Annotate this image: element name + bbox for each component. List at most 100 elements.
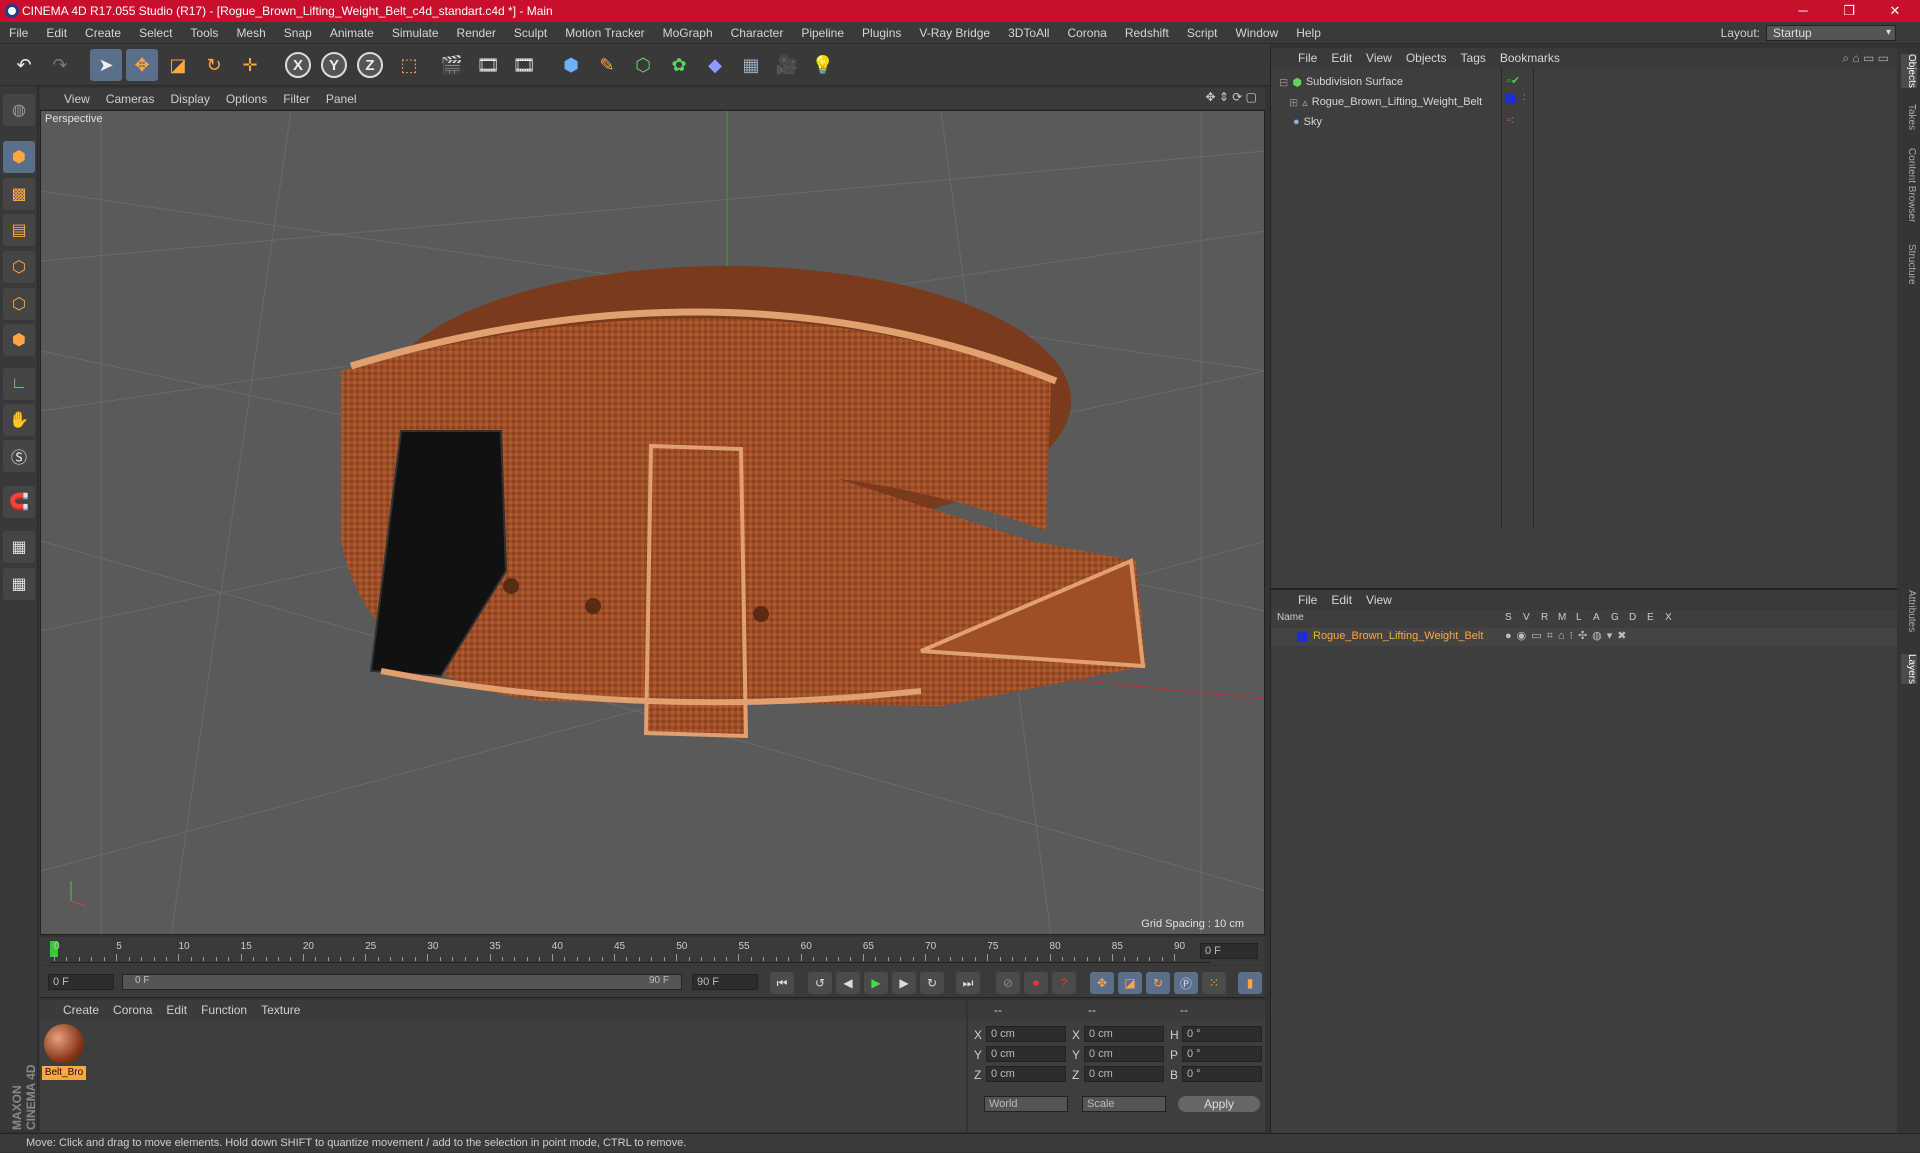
layer-color-swatch[interactable] <box>1505 94 1515 104</box>
record-disabled-icon[interactable]: ⊘ <box>996 972 1020 994</box>
menu-mograph[interactable]: MoGraph <box>654 26 722 40</box>
apply-button[interactable]: Apply <box>1178 1096 1260 1112</box>
y-axis-lock-icon[interactable]: Y <box>321 52 347 78</box>
menu-vray-bridge[interactable]: V-Ray Bridge <box>910 26 999 40</box>
viewport-menu-filter[interactable]: Filter <box>275 92 318 106</box>
tab-attributes[interactable]: Attributes <box>1901 590 1917 632</box>
key-position-icon[interactable]: ✥ <box>1090 972 1114 994</box>
frame-range-slider[interactable]: 0 F 90 F <box>122 974 682 990</box>
visibility-dots-icon[interactable]: : <box>1523 92 1526 103</box>
camera-icon[interactable]: 🎥 <box>771 49 803 81</box>
restore-button[interactable]: ❐ <box>1826 0 1872 22</box>
coord-rot-p-field[interactable]: 0 ° <box>1182 1046 1262 1062</box>
coord-pos-x-field[interactable]: 0 cm <box>986 1026 1066 1042</box>
z-axis-lock-icon[interactable]: Z <box>357 52 383 78</box>
layer-name[interactable]: Rogue_Brown_Lifting_Weight_Belt <box>1313 630 1483 642</box>
subdivision-surface-icon[interactable]: ⬡ <box>627 49 659 81</box>
expand-icon[interactable]: ⊞ <box>1289 96 1298 109</box>
start-frame-field[interactable]: 0 F <box>48 974 114 990</box>
material-menu-function[interactable]: Function <box>194 1003 254 1017</box>
tab-layers[interactable]: Layers <box>1901 654 1917 685</box>
layer-color-swatch[interactable] <box>1297 632 1307 642</box>
om-menu-view[interactable]: View <box>1359 51 1399 65</box>
tab-takes[interactable]: Takes <box>1901 104 1917 130</box>
visibility-dots-sky-icon[interactable]: ▫: <box>1507 114 1514 126</box>
prev-key-icon[interactable]: ↺ <box>808 972 832 994</box>
menu-create[interactable]: Create <box>76 26 130 40</box>
coord-size-x-field[interactable]: 0 cm <box>1084 1026 1164 1042</box>
key-rotation-icon[interactable]: ↻ <box>1146 972 1170 994</box>
menu-tools[interactable]: Tools <box>181 26 227 40</box>
tweak-mode-icon[interactable]: ✋ <box>3 404 35 436</box>
perspective-viewport[interactable]: Perspective Grid Spacing : 10 cm <box>40 110 1265 935</box>
locked-workplane-icon[interactable]: ▦ <box>3 531 35 563</box>
scale-tool-icon[interactable]: ◪ <box>162 49 194 81</box>
viewport-nav-icons[interactable]: ✥ ⇕ ⟳ ▢ <box>1205 90 1257 104</box>
menu-animate[interactable]: Animate <box>321 26 383 40</box>
goto-start-icon[interactable]: ⏮ <box>770 972 794 994</box>
object-row-belt[interactable]: ⊞ ▵ Rogue_Brown_Lifting_Weight_Belt <box>1271 92 1501 112</box>
om-menu-bookmarks[interactable]: Bookmarks <box>1493 51 1567 65</box>
viewport-menu-cameras[interactable]: Cameras <box>98 92 163 106</box>
menu-simulate[interactable]: Simulate <box>383 26 448 40</box>
om-menu-edit[interactable]: Edit <box>1324 51 1359 65</box>
coord-rot-h-field[interactable]: 0 ° <box>1182 1026 1262 1042</box>
tab-objects[interactable]: Objects <box>1901 54 1917 88</box>
coord-size-y-field[interactable]: 0 cm <box>1084 1046 1164 1062</box>
belt-model[interactable] <box>341 266 1146 739</box>
coord-pos-y-field[interactable]: 0 cm <box>986 1046 1066 1062</box>
om-menu-file[interactable]: File <box>1291 51 1324 65</box>
menu-corona[interactable]: Corona <box>1058 26 1115 40</box>
lm-menu-view[interactable]: View <box>1359 593 1399 607</box>
keyframe-help-icon[interactable]: ? <box>1052 972 1076 994</box>
light-icon[interactable]: 💡 <box>807 49 839 81</box>
timeline-track[interactable]: 0 5 10 15 20 25 30 35 40 45 50 55 60 65 70 75 80 85 90 <box>50 941 1210 963</box>
minimize-button[interactable]: ─ <box>1780 0 1826 22</box>
lm-menu-edit[interactable]: Edit <box>1324 593 1359 607</box>
viewport-menu-options[interactable]: Options <box>218 92 275 106</box>
coord-mode-scale-dropdown[interactable]: Scale <box>1082 1096 1166 1112</box>
render-picture-viewer-icon[interactable]: 🎞 <box>472 49 504 81</box>
key-pla-icon[interactable]: ⁙ <box>1202 972 1226 994</box>
enabled-check-icon[interactable]: ▫✔ <box>1507 74 1520 87</box>
timeline-window-icon[interactable]: ▮ <box>1238 972 1262 994</box>
menu-motion-tracker[interactable]: Motion Tracker <box>556 26 653 40</box>
render-view-icon[interactable]: 🎬 <box>436 49 468 81</box>
material-menu-edit[interactable]: Edit <box>159 1003 194 1017</box>
next-key-icon[interactable]: ↻ <box>920 972 944 994</box>
menu-window[interactable]: Window <box>1227 26 1288 40</box>
timeline-ruler[interactable]: 0 5 10 15 20 25 30 35 40 45 50 55 60 65 70 75 80 85 90 0 F <box>40 937 1265 965</box>
render-settings-icon[interactable]: 🎞 <box>508 49 540 81</box>
x-axis-lock-icon[interactable]: X <box>285 52 311 78</box>
material-menu-create[interactable]: Create <box>56 1003 106 1017</box>
planar-workplane-icon[interactable]: ▦ <box>3 568 35 600</box>
menu-3dtoall[interactable]: 3DToAll <box>999 26 1058 40</box>
menu-pipeline[interactable]: Pipeline <box>792 26 853 40</box>
key-scale-icon[interactable]: ◪ <box>1118 972 1142 994</box>
polygon-mode-icon[interactable]: ⬢ <box>3 324 35 356</box>
coord-size-z-field[interactable]: 0 cm <box>1084 1066 1164 1082</box>
multi-transform-icon[interactable]: ✛ <box>234 49 266 81</box>
rotate-tool-icon[interactable]: ↻ <box>198 49 230 81</box>
deformer-icon[interactable]: ◆ <box>699 49 731 81</box>
select-arrow-icon[interactable]: ➤ <box>90 49 122 81</box>
texture-mode-icon[interactable]: ▩ <box>3 178 35 210</box>
next-frame-icon[interactable]: ▶ <box>892 972 916 994</box>
object-row-subdivision-surface[interactable]: ⊟ ⬢ Subdivision Surface <box>1271 72 1501 92</box>
snap-icon[interactable]: Ⓢ <box>3 440 35 472</box>
tab-structure[interactable]: Structure <box>1901 244 1917 285</box>
workplane-mode-icon[interactable]: ▤ <box>3 214 35 246</box>
layer-row[interactable]: Rogue_Brown_Lifting_Weight_Belt ●◉▭⌗⌂⁝✣◍… <box>1271 628 1897 646</box>
coord-mode-world-dropdown[interactable]: World <box>984 1096 1068 1112</box>
menu-render[interactable]: Render <box>448 26 505 40</box>
goto-end-icon[interactable]: ⏭ <box>956 972 980 994</box>
om-menu-tags[interactable]: Tags <box>1454 51 1493 65</box>
close-button[interactable]: ✕ <box>1872 0 1918 22</box>
om-search-home-icons[interactable]: ⌕ ⌂ ▭ ▭ <box>1842 51 1889 66</box>
material-menu-texture[interactable]: Texture <box>254 1003 307 1017</box>
undo-icon[interactable]: ↶ <box>8 49 40 81</box>
magnet-icon[interactable]: 🧲 <box>3 486 35 518</box>
end-frame-field[interactable]: 90 F <box>692 974 758 990</box>
floor-scene-icon[interactable]: ▦ <box>735 49 767 81</box>
model-mode-icon[interactable]: ⬢ <box>3 141 35 173</box>
